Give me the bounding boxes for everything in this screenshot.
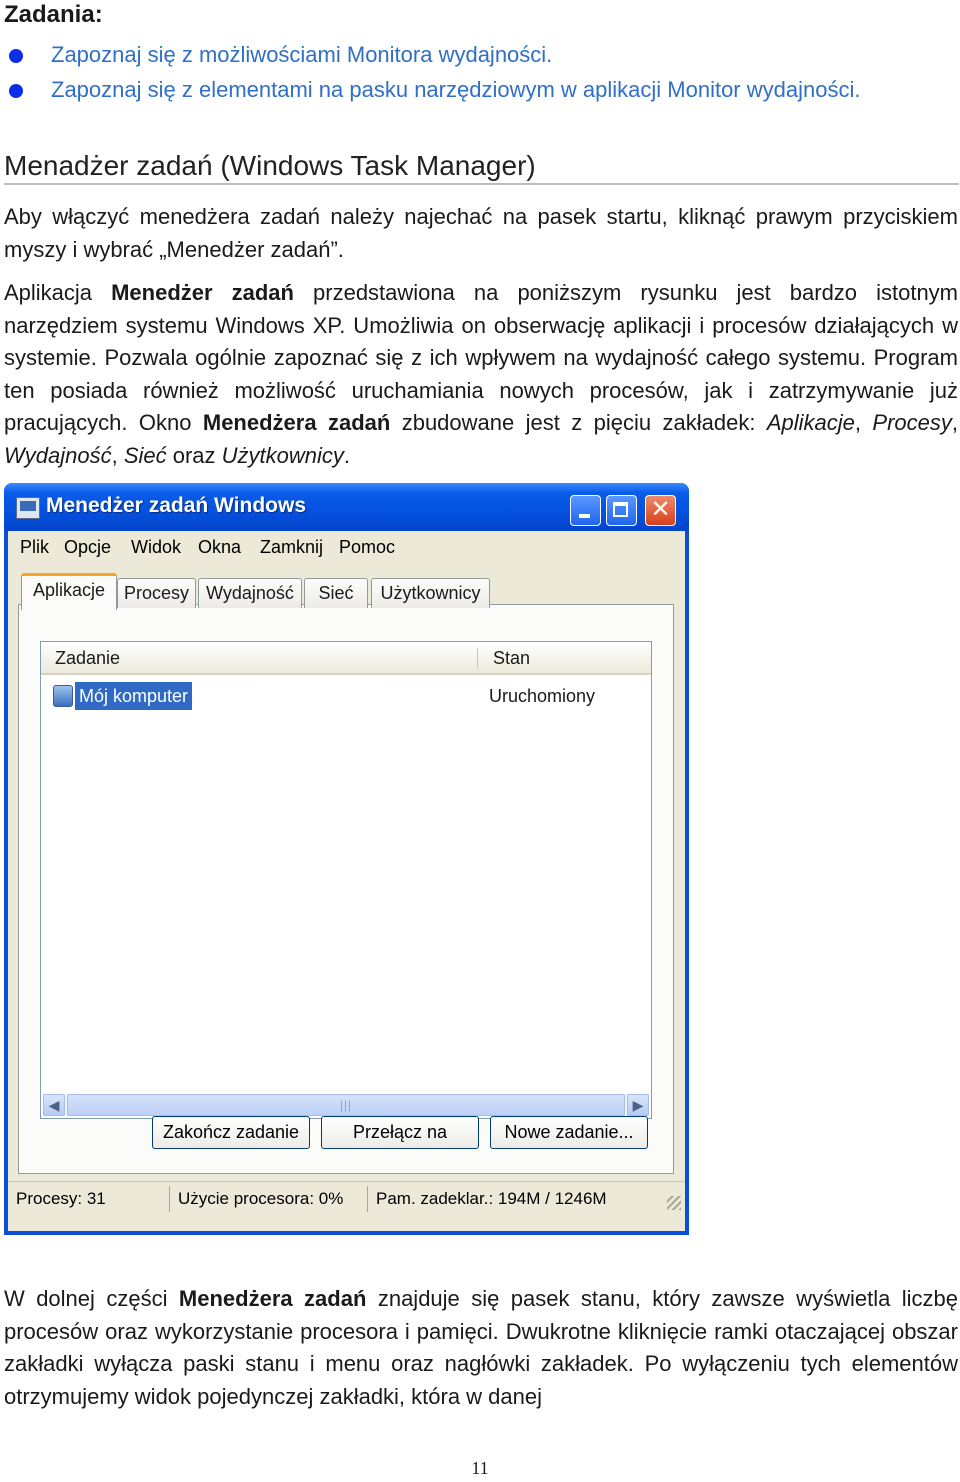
window-title: Menedżer zadań Windows	[46, 494, 307, 517]
tab-siec[interactable]: Sieć	[304, 578, 368, 608]
tab-aplikacje[interactable]: Aplikacje	[21, 573, 117, 610]
menu-okna[interactable]: Okna	[198, 537, 241, 558]
menu-bar: Plik Opcje Widok Okna Zamknij Pomoc	[8, 531, 685, 565]
tab-wydajnosc[interactable]: Wydajność	[198, 578, 302, 608]
tab-uzytkownicy[interactable]: Użytkownicy	[371, 578, 490, 608]
bullet-item: Zapoznaj się z elementami na pasku narzę…	[0, 75, 860, 110]
tab-procesy[interactable]: Procesy	[117, 578, 196, 608]
scroll-thumb[interactable]: |||	[67, 1094, 625, 1116]
new-task-button[interactable]: Nowe zadanie...	[490, 1116, 648, 1149]
task-manager-icon	[16, 497, 40, 519]
section-title: Menadżer zadań (Windows Task Manager)	[4, 149, 959, 185]
bullet-dot-icon	[9, 49, 23, 63]
close-icon: ✕	[650, 496, 671, 523]
end-task-button[interactable]: Zakończ zadanie	[152, 1116, 310, 1149]
switch-to-button[interactable]: Przełącz na	[321, 1116, 479, 1149]
maximize-button[interactable]	[606, 495, 637, 526]
scroll-right-arrow-icon[interactable]: ▶	[627, 1094, 649, 1116]
list-item[interactable]: Mój komputer Uruchomiony	[49, 682, 649, 712]
task-name: Mój komputer	[75, 682, 193, 710]
close-button[interactable]: ✕	[645, 495, 676, 526]
menu-opcje[interactable]: Opcje	[64, 537, 111, 558]
window-client-area: Plik Opcje Widok Okna Zamknij Pomoc Apli…	[8, 531, 685, 1231]
column-divider[interactable]	[477, 648, 478, 668]
menu-pomoc[interactable]: Pomoc	[339, 537, 395, 558]
status-cpu: Użycie procesora: 0%	[172, 1186, 368, 1212]
status-bar: Procesy: 31 Użycie procesora: 0% Pam. za…	[8, 1181, 685, 1216]
status-commit: Pam. zadeklar.: 194M / 1246M	[376, 1189, 607, 1208]
paragraph-statusbar: W dolnej części Menedżera zadań znajduje…	[4, 1286, 958, 1409]
list-header: Zadanie Stan	[41, 642, 651, 675]
scroll-left-arrow-icon[interactable]: ◀	[43, 1094, 65, 1116]
page-number: 11	[471, 1458, 489, 1478]
bullet-dot-icon	[9, 84, 23, 98]
status-processes: Procesy: 31	[10, 1186, 170, 1212]
column-header-status[interactable]: Stan	[493, 648, 530, 669]
title-bar[interactable]: Menedżer zadań Windows ✕	[4, 483, 689, 531]
menu-plik[interactable]: Plik	[20, 537, 49, 558]
task-bullet-list: Zapoznaj się z możliwościami Monitora wy…	[0, 40, 860, 110]
applications-list[interactable]: Zadanie Stan Mój komputer Uruchomiony ◀ …	[40, 641, 652, 1119]
paragraph-intro: Aby włączyć menedżera zadań należy najec…	[4, 204, 958, 262]
computer-icon	[53, 685, 73, 707]
menu-zamknij[interactable]: Zamknij	[260, 537, 323, 558]
column-header-task[interactable]: Zadanie	[55, 648, 120, 669]
horizontal-scrollbar[interactable]: ◀ ||| ▶	[43, 1094, 649, 1116]
minimize-button[interactable]	[570, 495, 601, 526]
task-status: Uruchomiony	[489, 686, 596, 706]
tasks-heading: Zadania:	[4, 1, 103, 28]
resize-grip-icon[interactable]	[667, 1196, 681, 1210]
bullet-item: Zapoznaj się z możliwościami Monitora wy…	[0, 40, 860, 75]
task-manager-window: Menedżer zadań Windows ✕ Plik Opcje Wido…	[4, 483, 689, 1235]
menu-widok[interactable]: Widok	[131, 537, 181, 558]
paragraph-description: Aplikacja Menedżer zadań przedstawiona n…	[4, 280, 959, 468]
